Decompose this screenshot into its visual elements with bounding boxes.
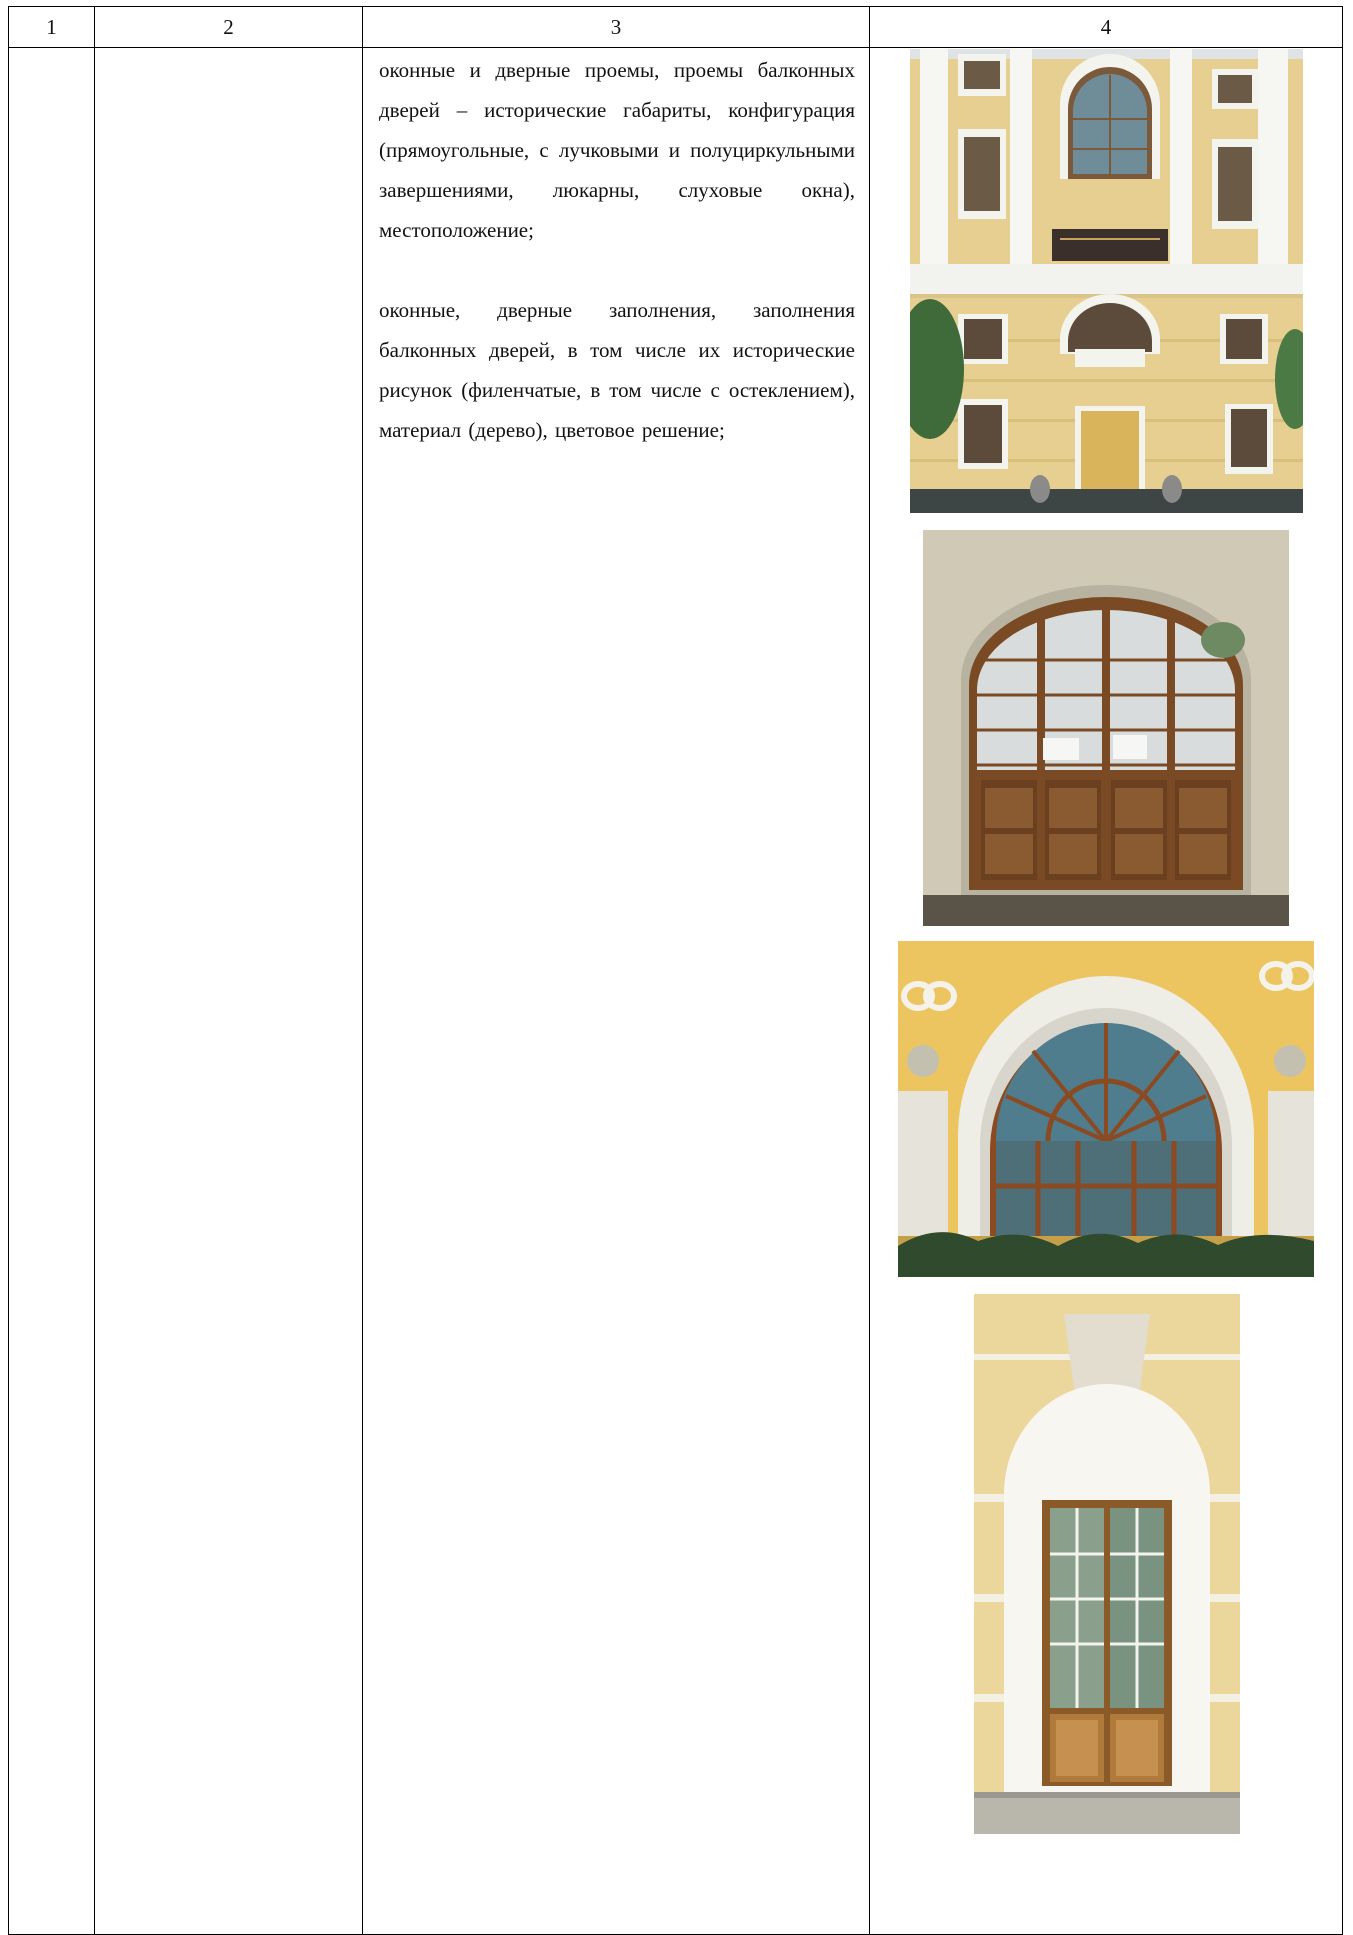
paragraph-openings: оконные и дверные проемы, проемы балконн… [379, 58, 855, 242]
glazed-door-photo [974, 1294, 1240, 1834]
column-header-3: 3 [362, 6, 870, 48]
monument-subject-table: 1 2 3 4 оконные и дверные проемы, проемы… [8, 6, 1343, 1935]
column-header-4: 4 [869, 6, 1343, 48]
column-header-2: 2 [94, 6, 363, 48]
document-page: 1 2 3 4 оконные и дверные проемы, проемы… [0, 0, 1353, 1935]
table-header-row: 1 2 3 4 [8, 6, 1343, 48]
arched-door-photo [923, 530, 1289, 926]
cell-col1 [8, 47, 95, 1935]
cell-description: оконные и дверные проемы, проемы балконн… [362, 47, 870, 1935]
paragraph-fillings: оконные, дверные заполнения, заполнения … [379, 298, 855, 442]
column-header-1: 1 [8, 6, 95, 48]
cell-photos [869, 47, 1343, 1935]
facade-photo [910, 49, 1303, 513]
table-row: оконные и дверные проемы, проемы балконн… [8, 47, 1343, 1935]
semicircular-window-photo [898, 941, 1314, 1277]
cell-col2 [94, 47, 363, 1935]
